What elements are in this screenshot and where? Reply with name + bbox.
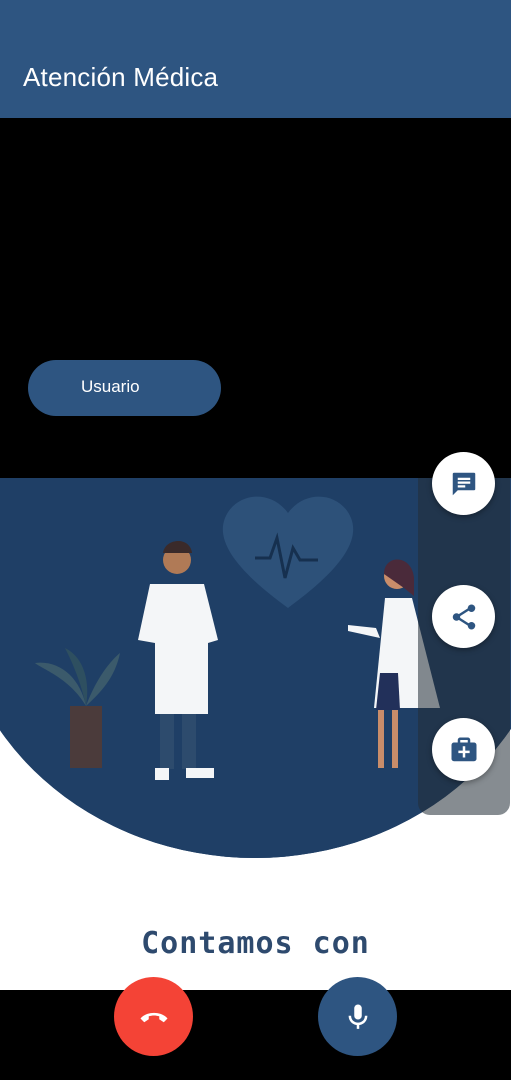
call-controls-bar: [0, 990, 511, 1080]
remote-video: [0, 118, 511, 478]
medical-kit-button[interactable]: [432, 718, 495, 781]
end-call-icon: [140, 1012, 167, 1022]
user-label: Usuario: [81, 377, 140, 396]
chat-button[interactable]: [432, 452, 495, 515]
medical-kit-icon: [451, 737, 476, 761]
microphone-button[interactable]: [318, 977, 397, 1056]
page-title: Atención Médica: [23, 62, 219, 92]
share-icon: [452, 604, 475, 629]
microphone-icon: [348, 1004, 367, 1029]
chat-icon: [452, 472, 475, 495]
user-label-pill: Usuario: [28, 360, 221, 416]
share-button[interactable]: [432, 585, 495, 648]
end-call-button[interactable]: [114, 977, 193, 1056]
app-bar: Atención Médica: [0, 0, 511, 118]
headline-text: Contamos con: [141, 926, 370, 961]
